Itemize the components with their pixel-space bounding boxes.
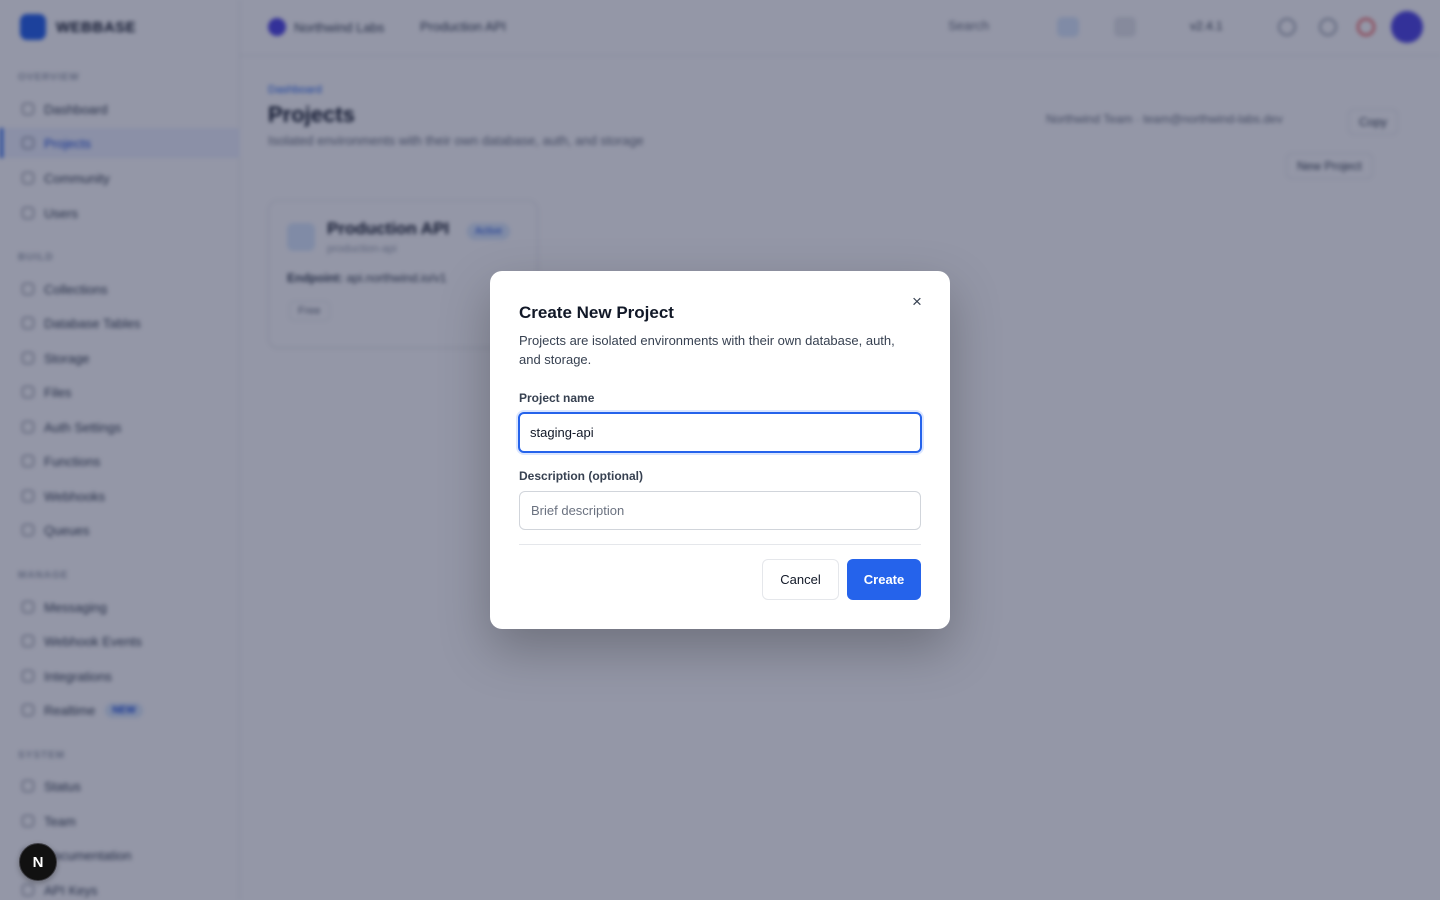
description-label: Description (optional) [519, 469, 643, 483]
dialog-description: Projects are isolated environments with … [519, 333, 895, 367]
project-name-label: Project name [519, 391, 595, 405]
description-input[interactable] [519, 491, 921, 530]
dialog-divider [519, 544, 921, 545]
create-button[interactable]: Create [847, 559, 921, 600]
close-icon[interactable]: × [908, 292, 926, 311]
dialog-title: Create New Project [519, 303, 674, 322]
dev-tools-badge[interactable]: N [19, 843, 57, 881]
create-project-dialog: × Create New Project Projects are isolat… [490, 271, 950, 629]
project-name-input[interactable] [518, 412, 922, 453]
cancel-button[interactable]: Cancel [762, 559, 839, 600]
